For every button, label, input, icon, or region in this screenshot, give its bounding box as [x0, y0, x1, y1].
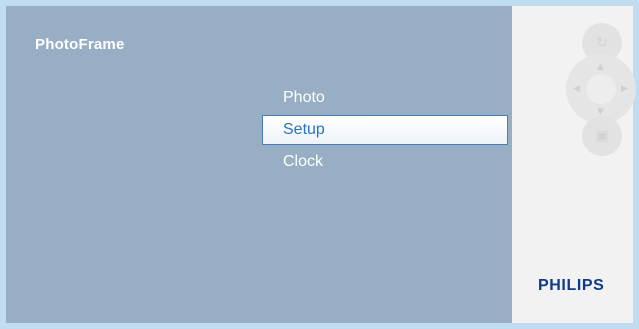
brand-logo: PHILIPS — [538, 277, 605, 294]
main-menu: Photo Setup Clock — [262, 82, 512, 178]
nav-left-icon: ◀ — [573, 84, 580, 94]
menu-button[interactable]: ▣ — [582, 116, 622, 156]
navigation-pad[interactable]: ▲ ▼ ◀ ▶ — [566, 54, 636, 124]
nav-up-icon: ▲ — [597, 62, 604, 72]
menu-item-photo[interactable]: Photo — [262, 82, 512, 114]
nav-right-icon: ▶ — [621, 84, 628, 94]
menu-item-clock[interactable]: Clock — [262, 146, 512, 178]
side-panel: ↻ ▲ ▼ ◀ ▶ ▣ PHILIPS — [512, 6, 636, 323]
menu-item-setup[interactable]: Setup — [262, 115, 508, 145]
photo-frame-window: PhotoFrame Photo Setup Clock ↻ ▲ ▼ ◀ ▶ ▣… — [0, 0, 639, 329]
app-title: PhotoFrame — [35, 36, 125, 53]
menu-icon: ▣ — [595, 128, 609, 144]
nav-ok-button[interactable] — [586, 74, 616, 104]
